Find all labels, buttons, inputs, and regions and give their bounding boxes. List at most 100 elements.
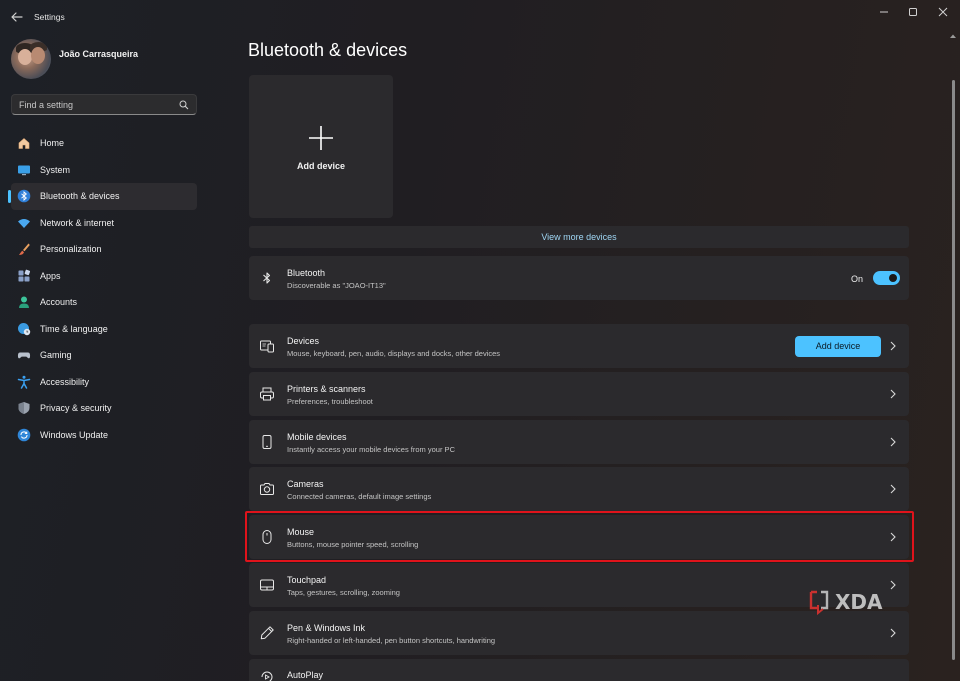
search-icon bbox=[179, 100, 189, 110]
card-title: Pen & Windows Ink bbox=[287, 623, 366, 633]
apps-icon bbox=[18, 269, 31, 281]
watermark-text: XDA bbox=[835, 590, 883, 614]
card-subtitle: Buttons, mouse pointer speed, scrolling bbox=[287, 540, 419, 549]
xda-watermark-logo: XDA bbox=[809, 590, 883, 616]
chevron-right-icon bbox=[890, 532, 896, 542]
update-icon bbox=[17, 428, 31, 441]
sidebar-item-bluetooth[interactable]: Bluetooth & devices bbox=[8, 183, 197, 210]
mouse-icon bbox=[262, 530, 272, 544]
title-bar: Settings bbox=[0, 0, 960, 34]
card-subtitle: Connected cameras, default image setting… bbox=[287, 492, 432, 501]
touchpad-icon bbox=[260, 579, 274, 591]
toggle-knob bbox=[889, 274, 897, 282]
card-subtitle: Right-handed or left-handed, pen button … bbox=[287, 636, 496, 645]
sidebar-item-network[interactable]: Network & internet bbox=[11, 210, 197, 237]
paintbrush-icon bbox=[19, 243, 30, 255]
camera-icon bbox=[260, 483, 274, 495]
scroll-up-arrow-icon[interactable] bbox=[948, 32, 958, 40]
scrollbar-thumb[interactable] bbox=[952, 80, 955, 660]
sidebar-item-gaming[interactable]: Gaming bbox=[11, 342, 197, 369]
mobile-devices-card[interactable]: Mobile devices Instantly access your mob… bbox=[249, 420, 909, 464]
add-device-tile-label: Add device bbox=[296, 161, 345, 171]
sidebar-item-label: Personalization bbox=[40, 244, 102, 254]
user-name: João Carrasqueira bbox=[59, 49, 139, 59]
add-device-button[interactable]: Add device bbox=[795, 336, 881, 357]
card-title: Devices bbox=[287, 336, 320, 346]
sidebar-item-accounts[interactable]: Accounts bbox=[11, 289, 197, 316]
bluetooth-state-label: On bbox=[851, 274, 864, 284]
sidebar-item-label: Gaming bbox=[40, 350, 72, 360]
devices-card[interactable]: Devices Mouse, keyboard, pen, audio, dis… bbox=[249, 324, 909, 368]
view-more-label: View more devices bbox=[541, 232, 617, 242]
bluetooth-toggle[interactable] bbox=[873, 271, 900, 285]
chevron-right-icon bbox=[890, 628, 896, 638]
autoplay-card[interactable]: AutoPlay bbox=[249, 659, 909, 681]
settings-window: Settings João Carrasqueira Find a settin… bbox=[0, 0, 960, 681]
sidebar-item-home[interactable]: Home bbox=[11, 130, 197, 157]
sidebar-item-system[interactable]: System bbox=[11, 157, 197, 184]
sidebar-item-label: Apps bbox=[40, 270, 61, 281]
user-profile[interactable]: João Carrasqueira bbox=[11, 39, 211, 81]
cameras-card[interactable]: Cameras Connected cameras, default image… bbox=[249, 467, 909, 511]
monitor-icon bbox=[18, 165, 30, 175]
sidebar-item-label: Privacy & security bbox=[40, 403, 112, 413]
bluetooth-icon bbox=[17, 189, 31, 203]
close-icon[interactable] bbox=[930, 4, 956, 20]
card-title: Mobile devices bbox=[287, 432, 347, 442]
devices-icon bbox=[260, 340, 274, 353]
sidebar-item-windows-update[interactable]: Windows Update bbox=[11, 422, 197, 449]
bluetooth-icon bbox=[263, 272, 271, 284]
search-placeholder: Find a setting bbox=[19, 100, 74, 110]
card-subtitle: Taps, gestures, scrolling, zooming bbox=[287, 588, 400, 597]
mouse-card[interactable]: Mouse Buttons, mouse pointer speed, scro… bbox=[249, 515, 909, 559]
pen-icon bbox=[260, 626, 274, 640]
add-device-button-label: Add device bbox=[815, 341, 861, 351]
sidebar-item-time-language[interactable]: Time & language bbox=[11, 316, 197, 343]
printers-scanners-card[interactable]: Printers & scanners Preferences, trouble… bbox=[249, 372, 909, 416]
sidebar-item-personalization[interactable]: Personalization bbox=[11, 236, 197, 263]
chevron-right-icon bbox=[890, 437, 896, 447]
pen-windows-ink-card[interactable]: Pen & Windows Ink Right-handed or left-h… bbox=[249, 611, 909, 655]
sidebar-item-apps[interactable]: Apps bbox=[11, 263, 197, 290]
window-title: Settings bbox=[34, 12, 65, 22]
sidebar-item-label: Windows Update bbox=[40, 429, 109, 440]
vertical-scrollbar[interactable] bbox=[952, 40, 956, 660]
shield-icon bbox=[18, 402, 30, 414]
card-title: Touchpad bbox=[287, 575, 327, 585]
minimize-icon[interactable] bbox=[871, 4, 897, 20]
search-input[interactable]: Find a setting bbox=[11, 94, 197, 115]
sidebar-item-label: Home bbox=[40, 138, 65, 148]
bluetooth-subtitle: Discoverable as "JOAO-IT13" bbox=[287, 281, 386, 290]
sidebar-item-label: Accessibility bbox=[40, 376, 90, 387]
page-title: Bluetooth & devices bbox=[248, 40, 408, 60]
home-icon bbox=[18, 138, 30, 149]
bluetooth-title: Bluetooth bbox=[287, 268, 326, 278]
sidebar-item-label: Network & internet bbox=[40, 217, 115, 228]
back-arrow-icon[interactable] bbox=[8, 9, 26, 25]
add-device-tile[interactable]: Add device bbox=[249, 75, 393, 218]
globe-clock-icon bbox=[18, 322, 31, 335]
sidebar-item-privacy[interactable]: Privacy & security bbox=[11, 395, 197, 422]
card-subtitle: Instantly access your mobile devices fro… bbox=[287, 445, 455, 454]
card-subtitle: Preferences, troubleshoot bbox=[287, 397, 373, 406]
chevron-right-icon bbox=[890, 341, 896, 351]
chevron-right-icon bbox=[890, 484, 896, 494]
bluetooth-card: Bluetooth Discoverable as "JOAO-IT13" On bbox=[249, 256, 909, 300]
autoplay-icon bbox=[261, 671, 273, 681]
chevron-right-icon bbox=[890, 389, 896, 399]
printer-icon bbox=[260, 387, 274, 401]
plus-icon bbox=[309, 126, 333, 150]
sidebar-item-label: System bbox=[40, 164, 71, 175]
gamepad-icon bbox=[17, 352, 31, 359]
card-title: Cameras bbox=[287, 479, 324, 489]
sidebar-nav: Home System Bluetooth & devices Network … bbox=[8, 130, 197, 449]
sidebar-item-label: Bluetooth & devices bbox=[40, 191, 120, 201]
sidebar-item-accessibility[interactable]: Accessibility bbox=[11, 369, 197, 396]
wifi-icon bbox=[18, 218, 30, 228]
accessibility-icon bbox=[17, 375, 31, 389]
avatar bbox=[11, 39, 51, 79]
view-more-devices-link[interactable]: View more devices bbox=[249, 226, 909, 248]
phone-icon bbox=[262, 435, 272, 449]
maximize-icon[interactable] bbox=[900, 4, 926, 20]
card-title: Printers & scanners bbox=[287, 384, 366, 394]
